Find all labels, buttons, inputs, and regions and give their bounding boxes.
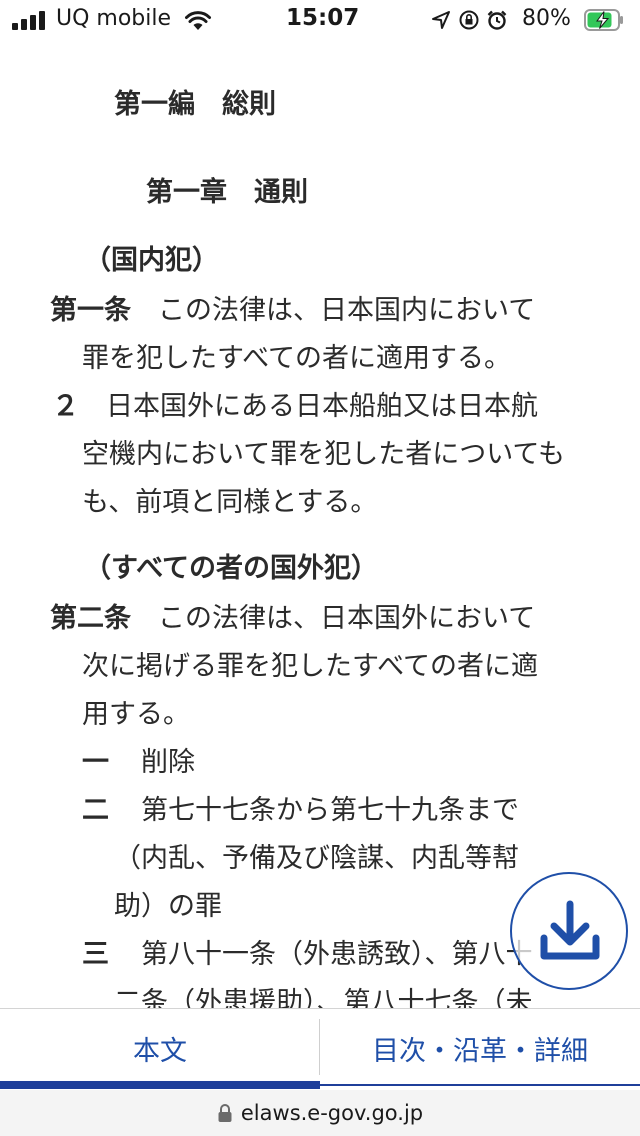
tab-contents-history-details[interactable]: 目次・沿革・詳細 (320, 1009, 640, 1087)
download-button[interactable] (510, 872, 628, 990)
battery-charging-icon (584, 9, 623, 31)
paragraph-text: 日本国外にある日本船舶又は日本航 (79, 391, 538, 422)
article-text-line: 次に掲げる罪を犯したすべての者に適 (82, 651, 539, 682)
item-text-line: 助）の罪 (114, 891, 222, 922)
item-text-line: （内乱、予備及び陰謀、内乱等幇 (114, 843, 519, 874)
wifi-icon (185, 11, 211, 30)
lock-icon (218, 1104, 232, 1122)
item-number: 三 (82, 939, 109, 970)
paragraph-first-line: ２ 日本国外にある日本船舶又は日本航 (52, 384, 538, 423)
paragraph-text-line: 空機内において罪を犯した者についても (82, 439, 566, 470)
tab-honbun[interactable]: 本文 (0, 1009, 320, 1087)
article-text: この法律は、日本国外において (131, 603, 536, 634)
download-icon (540, 900, 600, 960)
article-number: 第二条 (50, 603, 131, 634)
item-number: 一 (82, 747, 109, 778)
chapter-title: 第一章 通則 (146, 177, 308, 208)
alarm-clock-icon (487, 10, 507, 30)
part-title: 第一編 総則 (114, 89, 276, 120)
article-text: この法律は、日本国内において (131, 295, 536, 326)
article-caption: （国内犯） (84, 245, 219, 276)
bottom-tab-bar: 本文 目次・沿革・詳細 (0, 1008, 640, 1090)
item-text-line: 削除 (114, 747, 195, 778)
paragraph-number: ２ (52, 391, 79, 422)
tab-underline (320, 1084, 640, 1086)
paragraph-text-line: も、前項と同様とする。 (82, 487, 378, 518)
article-first-line: 第一条 この法律は、日本国内において (50, 288, 535, 327)
active-tab-indicator (0, 1081, 320, 1089)
article-text-line: 用する。 (82, 699, 190, 730)
item-text-line: 第七十七条から第七十九条まで (114, 795, 519, 826)
status-bar: UQ mobile 15:07 80% (0, 0, 640, 40)
battery-percentage: 80% (522, 6, 571, 31)
item-number: 二 (82, 795, 109, 826)
clock-time: 15:07 (286, 5, 360, 31)
location-arrow-icon (432, 11, 450, 29)
article-number: 第一条 (50, 295, 131, 326)
item-text-line: 第八十一条（外患誘致）、第八十 (114, 939, 533, 970)
item-text-line: 二条（外患援助）、第八十七条（未 (114, 987, 533, 1008)
article-first-line: 第二条 この法律は、日本国外において (50, 596, 535, 635)
article-text-line: 罪を犯したすべての者に適用する。 (82, 343, 512, 374)
rotation-lock-icon (459, 10, 479, 30)
law-text-content[interactable]: 第一編 総則 第一章 通則 （国内犯） 第一条 この法律は、日本国内において 罪… (0, 40, 640, 1008)
cellular-signal-icon (12, 10, 50, 30)
carrier-name: UQ mobile (56, 6, 172, 31)
url-text: elaws.e-gov.go.jp (240, 1101, 424, 1125)
address-bar[interactable]: elaws.e-gov.go.jp (0, 1090, 640, 1136)
article-caption: （すべての者の国外犯） (84, 553, 379, 584)
